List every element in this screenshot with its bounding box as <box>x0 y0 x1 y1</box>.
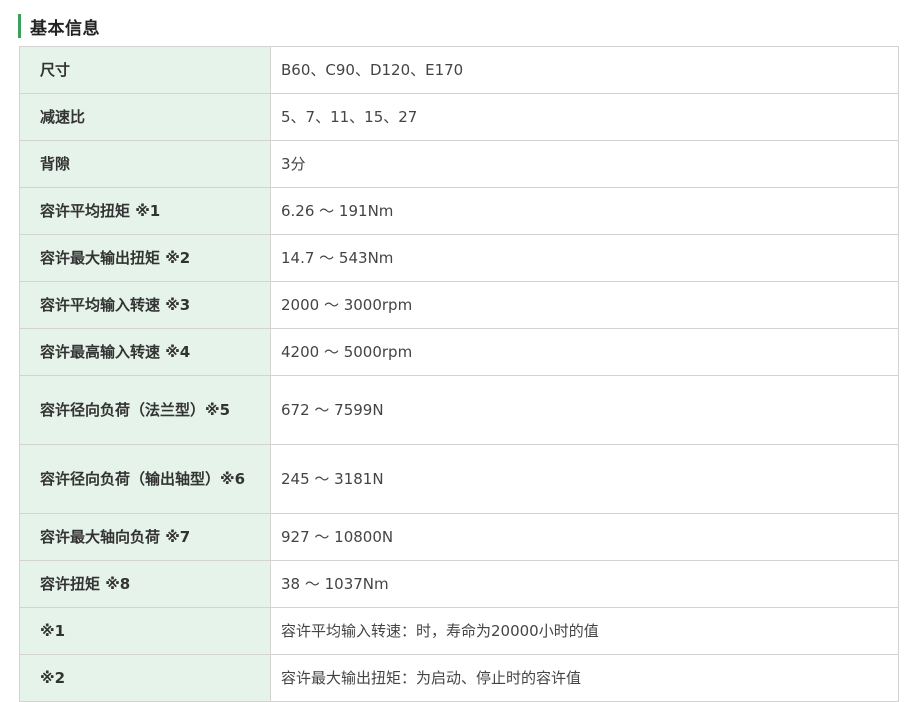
table-row: 容许最大轴向负荷 ※7 927 ～ 10800N <box>19 513 899 561</box>
row-value: 2000 ～ 3000rpm <box>270 281 899 329</box>
row-key: 容许最大轴向负荷 ※7 <box>19 513 271 561</box>
row-value: 4200 ～ 5000rpm <box>270 328 899 376</box>
row-key: 容许径向负荷（输出轴型）※6 <box>19 444 271 514</box>
row-value: 容许平均输入转速：时，寿命为20000小时的值 <box>270 607 899 655</box>
table-row: 容许平均扭矩 ※1 6.26 ～ 191Nm <box>19 187 899 235</box>
row-key: 容许最高输入转速 ※4 <box>19 328 271 376</box>
row-key: 背隙 <box>19 140 271 188</box>
section-title: 基本信息 <box>30 18 100 39</box>
row-value: 245 ～ 3181N <box>270 444 899 514</box>
row-value: 927 ～ 10800N <box>270 513 899 561</box>
table-row: 减速比 5、7、11、15、27 <box>19 93 899 141</box>
row-key: 尺寸 <box>19 46 271 94</box>
row-key: 容许最大输出扭矩 ※2 <box>19 234 271 282</box>
table-row: 容许平均输入转速 ※3 2000 ～ 3000rpm <box>19 281 899 329</box>
row-value: 38 ～ 1037Nm <box>270 560 899 608</box>
row-key: 容许扭矩 ※8 <box>19 560 271 608</box>
table-row: 容许径向负荷（法兰型）※5 672 ～ 7599N <box>19 375 899 445</box>
row-value: 6.26 ～ 191Nm <box>270 187 899 235</box>
row-value: 672 ～ 7599N <box>270 375 899 445</box>
row-key: ※1 <box>19 607 271 655</box>
table-row: 背隙 3分 <box>19 140 899 188</box>
table-row: 尺寸 B60、C90、D120、E170 <box>19 46 899 94</box>
spec-table: 尺寸 B60、C90、D120、E170 减速比 5、7、11、15、27 背隙… <box>19 46 899 702</box>
row-value: B60、C90、D120、E170 <box>270 46 899 94</box>
section-header: 基本信息 <box>18 13 100 39</box>
row-value: 14.7 ～ 543Nm <box>270 234 899 282</box>
table-row: 容许最高输入转速 ※4 4200 ～ 5000rpm <box>19 328 899 376</box>
table-row: ※1 容许平均输入转速：时，寿命为20000小时的值 <box>19 607 899 655</box>
row-value: 3分 <box>270 140 899 188</box>
table-row: 容许扭矩 ※8 38 ～ 1037Nm <box>19 560 899 608</box>
row-value: 容许最大输出扭矩：为启动、停止时的容许值 <box>270 654 899 702</box>
row-key: 容许径向负荷（法兰型）※5 <box>19 375 271 445</box>
table-row: 容许最大输出扭矩 ※2 14.7 ～ 543Nm <box>19 234 899 282</box>
table-row: ※2 容许最大输出扭矩：为启动、停止时的容许值 <box>19 654 899 702</box>
row-value: 5、7、11、15、27 <box>270 93 899 141</box>
row-key: ※2 <box>19 654 271 702</box>
section-accent-bar <box>18 14 21 38</box>
row-key: 容许平均输入转速 ※3 <box>19 281 271 329</box>
table-row: 容许径向负荷（输出轴型）※6 245 ～ 3181N <box>19 444 899 514</box>
row-key: 减速比 <box>19 93 271 141</box>
row-key: 容许平均扭矩 ※1 <box>19 187 271 235</box>
